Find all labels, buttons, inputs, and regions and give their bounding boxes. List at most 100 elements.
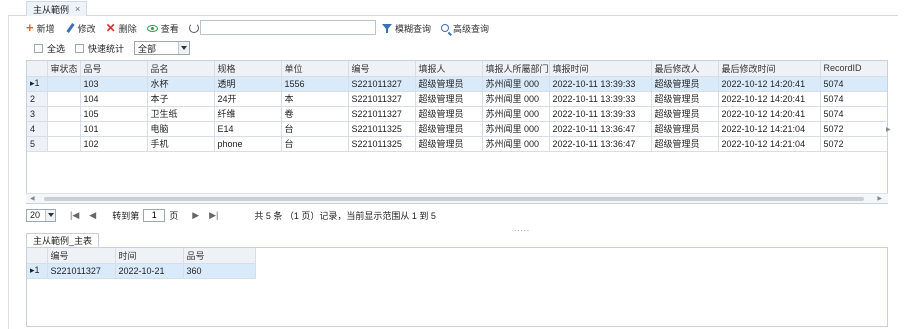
row-number[interactable]: ▸1 xyxy=(27,263,48,279)
main-cell[interactable]: S221011327 xyxy=(348,91,416,107)
checkbox-box[interactable] xyxy=(75,43,85,53)
main-cell[interactable] xyxy=(47,121,81,137)
main-cell[interactable]: 5074 xyxy=(820,91,887,107)
main-cell[interactable]: 2022-10-11 13:36:47 xyxy=(549,136,652,152)
main-cell[interactable]: 2022-10-12 14:21:04 xyxy=(718,136,821,152)
view-button[interactable]: 查看 xyxy=(146,22,179,35)
page-input[interactable] xyxy=(143,208,166,222)
main-cell[interactable] xyxy=(47,136,81,152)
main-cell[interactable]: 2022-10-11 13:39:33 xyxy=(549,76,652,92)
row-number[interactable]: ▸1 xyxy=(27,76,48,92)
main-cell[interactable]: 超级管理员 xyxy=(415,121,483,137)
advanced-query-button[interactable]: 高级查询 xyxy=(441,22,489,35)
main-column-header[interactable]: 规格 xyxy=(214,61,282,77)
main-column-header[interactable]: 填报时间 xyxy=(549,61,652,77)
sub-cell[interactable]: 2022-10-21 xyxy=(115,263,184,279)
sub-column-header[interactable]: 品号 xyxy=(183,248,256,264)
main-cell[interactable]: 透明 xyxy=(214,76,282,92)
close-icon[interactable]: × xyxy=(75,4,80,14)
main-cell[interactable]: 本子 xyxy=(147,91,215,107)
main-cell[interactable]: 103 xyxy=(80,76,148,92)
main-cell[interactable]: 2022-10-11 13:36:47 xyxy=(549,121,652,137)
row-number[interactable]: 5 xyxy=(27,136,48,152)
sub-column-header[interactable] xyxy=(27,248,48,264)
scroll-right-edge-icon[interactable]: ▶ xyxy=(886,126,891,133)
main-cell[interactable]: 104 xyxy=(80,91,148,107)
filter-select[interactable]: 全部 xyxy=(134,41,191,55)
main-column-header[interactable]: 填报人所屬部门 xyxy=(482,61,550,77)
main-cell[interactable]: S221011327 xyxy=(348,106,416,122)
page-size-select[interactable]: 20 xyxy=(26,208,56,222)
main-cell[interactable]: 2022-10-11 13:39:33 xyxy=(549,91,652,107)
main-column-header[interactable]: 编号 xyxy=(348,61,416,77)
main-cell[interactable]: 苏州闻里 000 xyxy=(482,106,550,122)
main-column-header[interactable] xyxy=(27,61,48,77)
sub-table-row[interactable]: ▸1 S221011327 2022-10-21 360 xyxy=(27,263,256,279)
scroll-right-icon[interactable]: ▶ xyxy=(877,195,882,202)
main-cell[interactable]: 102 xyxy=(80,136,148,152)
main-cell[interactable]: 5072 xyxy=(820,121,887,137)
main-cell[interactable]: 超级管理员 xyxy=(651,121,719,137)
main-cell[interactable]: 本 xyxy=(281,91,349,107)
main-column-header[interactable]: 品号 xyxy=(80,61,148,77)
main-cell[interactable]: 24开 xyxy=(214,91,282,107)
main-column-header[interactable]: RecordID xyxy=(820,61,887,77)
horizontal-scrollbar[interactable]: ◀ ▶ xyxy=(26,193,888,203)
main-cell[interactable]: 超级管理员 xyxy=(415,91,483,107)
scroll-thumb[interactable] xyxy=(44,197,864,201)
main-cell[interactable] xyxy=(47,76,81,92)
main-cell[interactable]: 2022-10-12 14:21:04 xyxy=(718,121,821,137)
main-cell[interactable]: S221011325 xyxy=(348,121,416,137)
main-cell[interactable]: 超级管理员 xyxy=(415,76,483,92)
row-number[interactable]: 4 xyxy=(27,121,48,137)
sub-column-header[interactable]: 时间 xyxy=(115,248,184,264)
main-cell[interactable]: 1556 xyxy=(281,76,349,92)
main-cell[interactable]: 2022-10-11 13:39:33 xyxy=(549,106,652,122)
main-column-header[interactable]: 最后修改时间 xyxy=(718,61,821,77)
main-table-row[interactable]: ▸1 103 水杯 透明 1556 S221011327 超级管理员 苏州闻里 000 2022… xyxy=(27,76,887,92)
main-cell[interactable]: 纤维 xyxy=(214,106,282,122)
scroll-left-icon[interactable]: ◀ xyxy=(30,195,35,202)
main-cell[interactable]: 苏州闻里 000 xyxy=(482,136,550,152)
prev-page-icon[interactable]: ◀ xyxy=(89,210,96,221)
main-cell[interactable]: 台 xyxy=(281,121,349,137)
main-cell[interactable]: 超级管理员 xyxy=(651,91,719,107)
first-page-icon[interactable]: |◀ xyxy=(70,210,79,221)
main-cell[interactable]: 苏州闻里 000 xyxy=(482,91,550,107)
edit-button[interactable]: 修改 xyxy=(65,22,96,35)
main-cell[interactable]: 101 xyxy=(80,121,148,137)
main-table-row[interactable]: 3 105 卫生纸 纤维卷 S221011327 超级管理员 苏州闻里 000 2022-10… xyxy=(27,106,887,122)
main-cell[interactable]: 2022-10-12 14:20:41 xyxy=(718,76,821,92)
main-cell[interactable]: S221011327 xyxy=(348,76,416,92)
add-button[interactable]: + 新增 xyxy=(26,21,55,35)
quick-stats-checkbox[interactable]: 快速统计 xyxy=(75,42,124,55)
main-cell[interactable]: 2022-10-12 14:20:41 xyxy=(718,91,821,107)
row-number[interactable]: 2 xyxy=(27,91,48,107)
tab-sub-master[interactable]: 主从範例_主表 xyxy=(26,233,100,247)
chevron-down-icon[interactable] xyxy=(45,209,55,221)
row-number[interactable]: 3 xyxy=(27,106,48,122)
main-cell[interactable]: 水杯 xyxy=(147,76,215,92)
main-cell[interactable]: 超级管理员 xyxy=(651,136,719,152)
main-cell[interactable]: 苏州闻里 000 xyxy=(482,121,550,137)
main-column-header[interactable]: 填报人 xyxy=(415,61,483,77)
main-cell[interactable]: 超级管理员 xyxy=(415,106,483,122)
main-cell[interactable]: 超级管理员 xyxy=(415,136,483,152)
main-cell[interactable] xyxy=(47,91,81,107)
main-cell[interactable]: 超级管理员 xyxy=(651,76,719,92)
fuzzy-query-button[interactable]: 模糊查询 xyxy=(382,22,431,35)
next-page-icon[interactable]: ▶ xyxy=(192,210,199,221)
main-cell[interactable]: phone xyxy=(214,136,282,152)
search-input[interactable] xyxy=(200,20,376,35)
tab-main-detail[interactable]: 主从範例 × xyxy=(26,1,88,16)
main-cell[interactable]: 5074 xyxy=(820,76,887,92)
main-cell[interactable]: 卷 xyxy=(281,106,349,122)
main-cell[interactable]: 5072 xyxy=(820,136,887,152)
delete-button[interactable]: ✕ 删除 xyxy=(106,22,137,35)
main-column-header[interactable]: 品名 xyxy=(147,61,215,77)
main-cell[interactable]: 苏州闻里 000 xyxy=(482,76,550,92)
main-cell[interactable]: 5074 xyxy=(820,106,887,122)
chevron-down-icon[interactable] xyxy=(178,42,190,54)
sub-cell[interactable]: S221011327 xyxy=(47,263,116,279)
main-cell[interactable]: S221011325 xyxy=(348,136,416,152)
